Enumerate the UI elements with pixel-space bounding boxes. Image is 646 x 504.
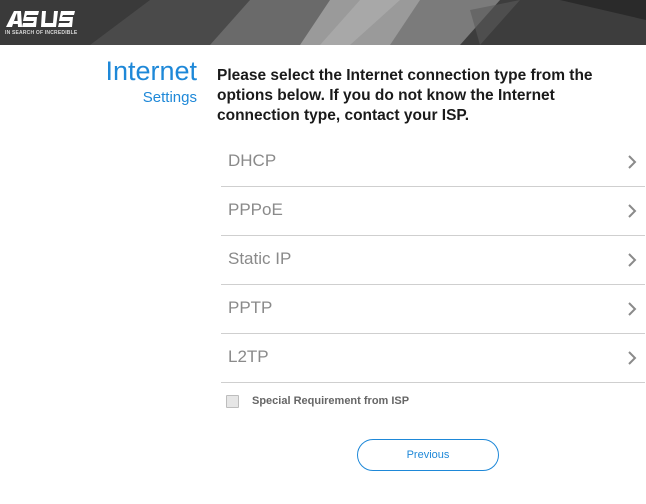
asus-logo-mark [6,11,75,27]
chevron-right-icon [628,253,637,267]
chevron-right-icon [628,302,637,316]
chevron-right-icon [628,204,637,218]
special-requirement-label: Special Requirement from ISP [252,395,410,407]
logo-tagline: IN SEARCH OF INCREDIBLE [5,30,78,36]
option-dhcp[interactable]: DHCP [221,138,645,187]
option-label: DHCP [228,151,277,170]
previous-button[interactable]: Previous [357,439,499,471]
chevron-right-icon [628,155,637,169]
page-title-main: Internet [105,56,197,86]
option-static-ip[interactable]: Static IP [221,236,645,285]
chevron-right-icon [628,351,637,365]
option-l2tp[interactable]: L2TP [221,334,645,383]
option-pptp[interactable]: PPTP [221,285,645,334]
special-requirement-checkbox[interactable] [226,395,239,408]
option-label: Static IP [228,249,292,268]
instruction-text: Please select the Internet connection ty… [217,67,593,124]
option-label: PPTP [228,298,273,317]
page-title-sub: Settings [142,89,197,106]
header-texture [0,0,646,45]
option-pppoe[interactable]: PPPoE [221,187,645,236]
option-label: PPPoE [228,200,283,219]
option-label: L2TP [228,347,269,366]
page-title: Internet Settings [105,56,197,109]
asus-logo: IN SEARCH OF INCREDIBLE [4,9,78,37]
header-banner: IN SEARCH OF INCREDIBLE [0,0,646,45]
connection-type-list: DHCP PPPoE Static IP PPTP L2TP [221,138,645,383]
